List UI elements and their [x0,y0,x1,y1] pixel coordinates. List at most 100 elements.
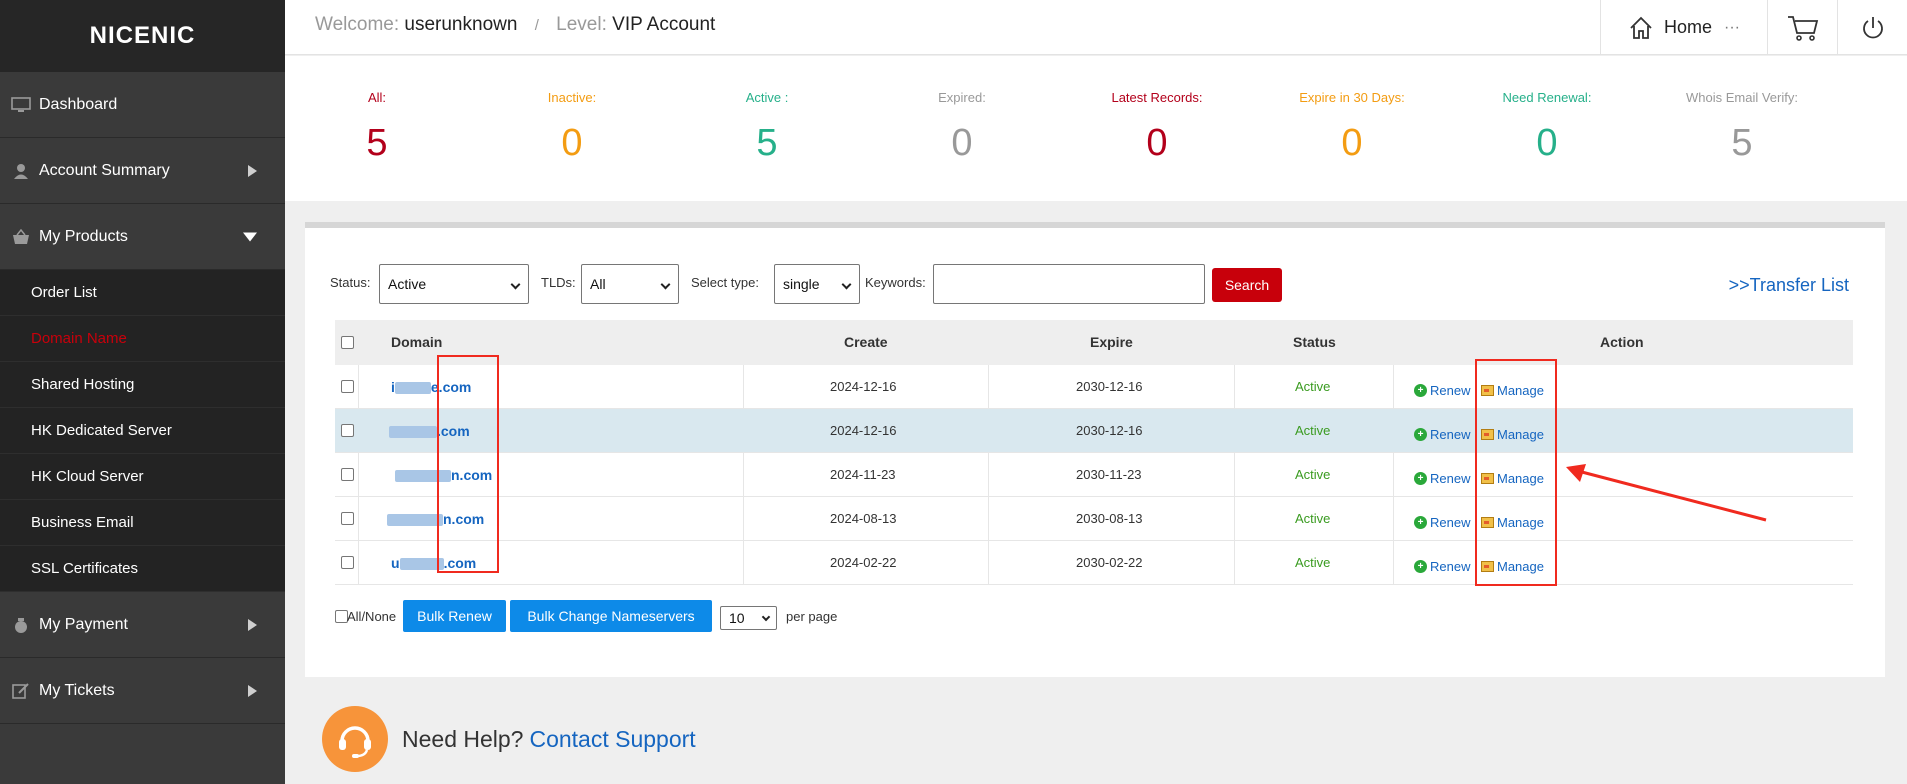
subnav-ssl-certificates[interactable]: SSL Certificates [0,546,285,592]
nav-my-tickets-label: My Tickets [39,681,115,699]
contact-support-link[interactable]: Contact Support [529,726,695,752]
redacted-text [387,514,443,527]
stat-all[interactable]: All: 5 [287,90,467,165]
status-filter-select[interactable]: Active [379,264,529,304]
create-date: 2024-12-16 [830,423,897,438]
status-value: Active [1295,555,1331,570]
all-none-label: All/None [347,609,397,624]
renew-label: Renew [1430,383,1471,398]
nav-account-summary-label: Account Summary [39,161,170,179]
annotation-highlight-manage [1475,359,1557,586]
expire-date: 2030-08-13 [1076,511,1143,526]
status-value: Active [1295,423,1331,438]
brand-logo[interactable]: NICENIC [0,0,285,72]
chevron-down-icon [761,612,771,622]
stat-need-renewal[interactable]: Need Renewal: 0 [1457,90,1637,165]
select-all-checkbox[interactable] [341,336,354,349]
level-value: VIP Account [612,14,716,35]
level-label: Level: [556,14,607,35]
nav-my-tickets[interactable]: My Tickets [0,658,285,724]
tlds-filter-label: TLDs: [541,275,576,290]
row-checkbox[interactable] [341,380,354,393]
logout-button[interactable] [1837,0,1907,55]
nav-dashboard-label: Dashboard [39,95,118,113]
stat-expire-30-days[interactable]: Expire in 30 Days: 0 [1262,90,1442,165]
keywords-label: Keywords: [865,275,926,290]
chevron-down-icon [510,279,521,290]
renew-link[interactable]: + Renew [1414,471,1470,486]
subnav-hk-cloud-server[interactable]: HK Cloud Server [0,454,285,500]
chevron-down-icon [660,279,671,290]
search-button[interactable]: Search [1212,268,1282,302]
subnav-shared-hosting[interactable]: Shared Hosting [0,362,285,408]
table-row: .com 2024-12-16 2030-12-16 Active + Renew… [335,409,1853,453]
stat-value: 5 [756,122,778,164]
header-domain: Domain [391,334,443,350]
subnav-business-email[interactable]: Business Email [0,500,285,546]
status-filter-value: Active [388,276,427,292]
subnav-domain-name[interactable]: Domain Name [0,316,285,362]
per-page-select[interactable]: 10 [720,606,777,630]
cart-button[interactable] [1767,0,1837,55]
stat-label: Active : [745,90,789,105]
stat-inactive[interactable]: Inactive: 0 [482,90,662,165]
renew-link[interactable]: + Renew [1414,427,1470,442]
renew-icon: + [1414,516,1427,529]
stat-latest-records[interactable]: Latest Records: 0 [1067,90,1247,165]
stat-whois-email-verify[interactable]: Whois Email Verify: 5 [1652,90,1832,165]
home-button[interactable]: Home ··· [1600,0,1767,55]
subnav-order-list[interactable]: Order List [0,270,285,316]
type-filter-label: Select type: [691,275,759,290]
nav-dashboard[interactable]: Dashboard [0,72,285,138]
tlds-filter-select[interactable]: All [581,264,679,304]
type-filter-select[interactable]: single [774,264,860,304]
renew-icon: + [1414,428,1427,441]
row-checkbox[interactable] [341,424,354,437]
stat-label: Expired: [938,90,986,105]
user-icon [10,162,32,180]
chevron-right-icon [248,164,257,177]
filter-bar: Status: Active TLDs: All Select type: si… [305,264,1885,304]
keywords-input[interactable] [933,264,1205,304]
stat-active[interactable]: Active : 5 [677,90,857,165]
subnav-hk-dedicated-server[interactable]: HK Dedicated Server [0,408,285,454]
chevron-right-icon [248,618,257,631]
renew-link[interactable]: + Renew [1414,515,1470,530]
type-filter-value: single [783,276,820,292]
chevron-right-icon [248,684,257,697]
home-icon [1630,16,1652,39]
more-icon[interactable]: ··· [1724,19,1740,37]
bulk-renew-button[interactable]: Bulk Renew [403,600,506,632]
monitor-icon [10,96,32,114]
help-label: Need Help? [402,725,524,752]
stat-expired[interactable]: Expired: 0 [872,90,1052,165]
nav-my-payment[interactable]: My Payment [0,592,285,658]
bulk-change-nameservers-button[interactable]: Bulk Change Nameservers [510,600,712,632]
create-date: 2024-02-22 [830,555,897,570]
stat-label: Expire in 30 Days: [1299,90,1405,105]
renew-link[interactable]: + Renew [1414,559,1470,574]
status-value: Active [1295,467,1331,482]
nav-my-products-label: My Products [39,227,128,245]
header-actions: Home ··· [1600,0,1907,55]
row-checkbox[interactable] [341,556,354,569]
row-checkbox[interactable] [341,468,354,481]
help-text: Need Help? Contact Support [402,726,696,753]
redacted-text [394,382,431,395]
transfer-list-link[interactable]: >>Transfer List [1729,275,1849,296]
chevron-down-icon [243,232,257,241]
nav-my-products[interactable]: My Products [0,204,285,270]
stat-value: 5 [1731,122,1753,164]
table-header: Domain Create Expire Status Action [335,320,1853,365]
nav-account-summary[interactable]: Account Summary [0,138,285,204]
basket-icon [10,228,32,246]
stat-value: 0 [951,122,973,164]
edit-icon [10,682,32,700]
power-icon [1862,16,1883,38]
renew-label: Renew [1430,427,1471,442]
cart-icon [1787,15,1818,41]
sidebar: NICENIC Dashboard Account Summary My Pro… [0,0,285,784]
renew-link[interactable]: + Renew [1414,383,1470,398]
per-page-value: 10 [729,610,745,626]
row-checkbox[interactable] [341,512,354,525]
